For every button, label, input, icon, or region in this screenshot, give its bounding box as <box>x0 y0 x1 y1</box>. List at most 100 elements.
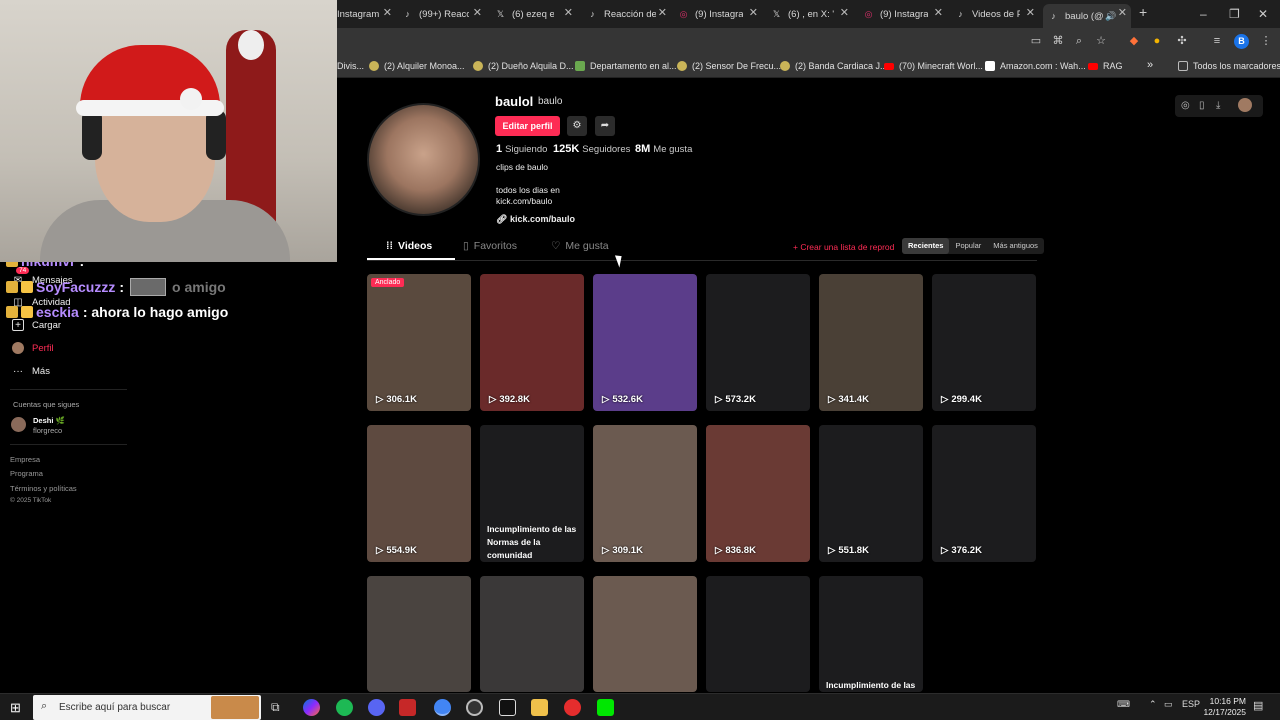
bookmark-item[interactable]: Departamento en al... <box>575 61 677 71</box>
tab-videos[interactable]: ⁞⁞ Videos <box>386 240 432 252</box>
file-explorer-icon[interactable] <box>531 699 548 716</box>
bookmark-item[interactable]: (70) Minecraft Worl... <box>884 61 983 71</box>
browser-tab[interactable]: ◎ (9) Instagram ✕ <box>863 4 943 24</box>
video-card[interactable]: Anclado ▷ 306.1K <box>367 274 471 411</box>
taskbar-clock[interactable]: 10:16 PM 12/17/2025 <box>1196 696 1246 718</box>
compass-icon[interactable]: ◎ <box>1181 100 1190 111</box>
bookmark-item[interactable]: RAG <box>1088 61 1123 71</box>
video-card[interactable] <box>480 576 584 692</box>
sort-option-recientes[interactable]: Recientes <box>902 238 950 254</box>
video-card[interactable] <box>706 576 810 692</box>
footer-link-empresa[interactable]: Empresa <box>10 455 40 464</box>
nav-item-cargar[interactable]: + Cargar <box>12 319 61 331</box>
kick-icon[interactable] <box>597 699 614 716</box>
discord-icon[interactable] <box>368 699 385 716</box>
keyboard-icon[interactable]: ⌨ <box>1117 699 1130 710</box>
close-tab-icon[interactable]: ✕ <box>473 6 482 19</box>
menu-kebab-icon[interactable]: ⋮ <box>1259 34 1273 48</box>
close-tab-icon[interactable]: ✕ <box>934 6 943 19</box>
video-card[interactable]: ▷ 376.2K <box>932 425 1036 562</box>
followers-stat[interactable]: 125K Seguidores <box>553 143 630 155</box>
close-tab-icon[interactable]: ✕ <box>383 6 392 19</box>
video-card[interactable] <box>367 576 471 692</box>
browser-tab[interactable]: ♪ Videos de P ✕ <box>955 4 1035 24</box>
share-icon[interactable]: ➦ <box>595 116 615 136</box>
opera-icon[interactable] <box>564 699 581 716</box>
translate-icon[interactable]: ⌘ <box>1051 34 1065 48</box>
video-card[interactable] <box>593 576 697 692</box>
browser-tab[interactable]: Instagram ✕ <box>337 4 392 24</box>
bookmark-item[interactable]: (2) Banda Cardiaca J... <box>780 61 888 71</box>
video-card[interactable]: ▷ 341.4K <box>819 274 923 411</box>
following-stat[interactable]: 1 Siguiendo <box>496 143 547 155</box>
close-tab-icon[interactable]: ✕ <box>1118 6 1127 19</box>
bookmark-item[interactable]: (2) Dueño Alquila D... <box>473 61 574 71</box>
tiktok-app-icon[interactable] <box>499 699 516 716</box>
user-avatar[interactable] <box>1238 98 1252 112</box>
task-view-icon[interactable]: ⧉ <box>271 700 280 715</box>
video-card[interactable]: ▷ 836.8K <box>706 425 810 562</box>
browser-tab-active[interactable]: ♪ baulo (@ 🔊 ✕ <box>1043 4 1131 28</box>
install-app-icon[interactable]: ▭ <box>1029 34 1043 48</box>
browser-tab[interactable]: 𝕏 (6) ezeq en X ✕ <box>495 4 573 24</box>
tab-me-gusta[interactable]: ♡ Me gusta <box>551 240 609 252</box>
extensions-puzzle-icon[interactable]: ✣ <box>1175 34 1189 48</box>
browser-tab[interactable]: 𝕏 (6) , en X: "h ✕ <box>771 4 849 24</box>
obs-icon[interactable] <box>466 699 483 716</box>
sort-option-popular[interactable]: Popular <box>949 238 987 254</box>
new-tab-button[interactable]: + <box>1139 4 1147 20</box>
copilot-icon[interactable] <box>303 699 320 716</box>
video-card[interactable]: Incumplimiento de las Normas de la comun… <box>480 425 584 562</box>
bookmark-star-icon[interactable]: ☆ <box>1094 34 1108 48</box>
browser-profile-avatar[interactable]: B <box>1234 34 1249 49</box>
footer-link-terminos[interactable]: Términos y políticas <box>10 484 77 493</box>
more-bookmarks-chevron-icon[interactable]: » <box>1147 59 1153 71</box>
close-tab-icon[interactable]: ✕ <box>749 6 758 19</box>
close-tab-icon[interactable]: ✕ <box>1026 6 1035 19</box>
nav-item-mas[interactable]: ··· Más <box>12 365 50 377</box>
video-card[interactable]: ▷ 299.4K <box>932 274 1036 411</box>
tab-favoritos[interactable]: ▯ Favoritos <box>463 240 517 252</box>
profile-link[interactable]: 🔗︎ kick.com/baulo <box>496 214 575 225</box>
network-icon[interactable]: ▭ <box>1164 699 1173 710</box>
phone-icon[interactable]: ▯ <box>1199 100 1205 111</box>
close-window-button[interactable]: ✕ <box>1258 7 1268 21</box>
app-icon[interactable] <box>399 699 416 716</box>
video-card[interactable]: ▷ 573.2K <box>706 274 810 411</box>
nav-item-perfil[interactable]: Perfil <box>12 342 54 354</box>
download-icon[interactable]: ⤓ <box>1216 100 1220 111</box>
video-card[interactable]: ▷ 392.8K <box>480 274 584 411</box>
zoom-icon[interactable]: ⌕ <box>1072 34 1086 48</box>
bookmark-item[interactable]: Amazon.com : Wah... <box>985 61 1086 71</box>
video-card[interactable]: ▷ 532.6K <box>593 274 697 411</box>
close-tab-icon[interactable]: ✕ <box>658 6 667 19</box>
edit-profile-button[interactable]: Editar perfil <box>495 116 560 136</box>
profile-avatar[interactable] <box>367 103 480 216</box>
create-playlist-link[interactable]: + Crear una lista de reprod <box>793 242 894 252</box>
taskbar-search-input[interactable]: ⌕ Escribe aquí para buscar <box>33 695 261 720</box>
bookmark-item[interactable]: (2) Alquiler Monoa... <box>369 61 465 71</box>
video-card[interactable]: ▷ 309.1K <box>593 425 697 562</box>
spotify-icon[interactable] <box>336 699 353 716</box>
close-tab-icon[interactable]: ✕ <box>840 6 849 19</box>
notification-icon[interactable]: ▤ <box>1253 699 1263 712</box>
media-control-icon[interactable]: ≡ <box>1210 34 1224 48</box>
tray-chevron-icon[interactable]: ⌃ <box>1149 699 1157 710</box>
close-tab-icon[interactable]: ✕ <box>564 6 573 19</box>
extension-icon[interactable]: ● <box>1150 34 1164 48</box>
speaker-icon[interactable]: 🔊 <box>1105 11 1116 22</box>
footer-link-programa[interactable]: Programa <box>10 469 43 478</box>
maximize-button[interactable]: ❐ <box>1229 7 1240 21</box>
video-card[interactable]: ▷ 554.9K <box>367 425 471 562</box>
browser-tab[interactable]: ♪ Reacción de ✕ <box>587 4 667 24</box>
browser-tab[interactable]: ♪ (99+) Reacción ✕ <box>402 4 482 24</box>
minimize-button[interactable]: – <box>1200 7 1207 21</box>
extension-icon[interactable]: ◆ <box>1127 34 1141 48</box>
browser-tab[interactable]: ◎ (9) Instagram ✕ <box>678 4 758 24</box>
video-card[interactable]: Incumplimiento de las <box>819 576 923 692</box>
bookmark-item[interactable]: Divis... <box>337 61 364 71</box>
bookmark-item[interactable]: (2) Sensor De Frecu... <box>677 61 781 71</box>
sort-option-mas-antiguos[interactable]: Más antiguos <box>987 238 1044 254</box>
settings-gear-icon[interactable]: ⚙ <box>567 116 587 136</box>
windows-start-icon[interactable]: ⊞ <box>10 700 21 716</box>
